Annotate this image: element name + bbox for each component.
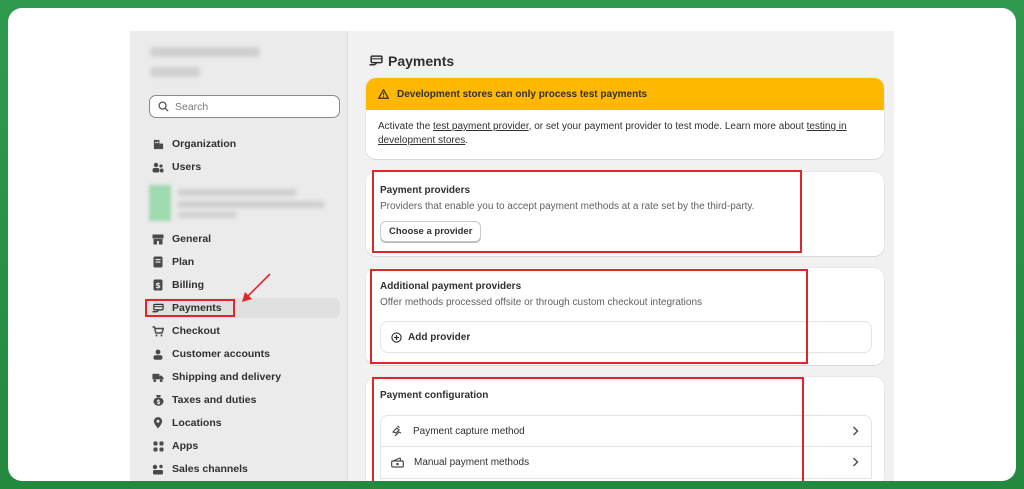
red-arrow-annotation bbox=[242, 273, 271, 302]
svg-text:$: $ bbox=[156, 399, 160, 406]
sidebar-item-label: General bbox=[172, 233, 212, 245]
sidebar-item-shipping[interactable]: Shipping and delivery bbox=[145, 367, 340, 387]
sidebar-item-apps[interactable]: Apps bbox=[145, 436, 340, 456]
store-info-blurred bbox=[149, 185, 325, 221]
search-input[interactable]: Search bbox=[149, 95, 340, 118]
users-icon bbox=[152, 161, 164, 173]
banner-body: Activate the test payment provider, or s… bbox=[366, 110, 884, 158]
chevron-right-icon bbox=[853, 457, 859, 467]
test-payments-banner: Development stores can only process test… bbox=[366, 78, 884, 159]
plan-icon bbox=[152, 256, 164, 268]
sidebar-item-users[interactable]: Users bbox=[145, 157, 340, 177]
sidebar-item-customer-accounts[interactable]: Customer accounts bbox=[145, 344, 340, 364]
sidebar-item-label: Sales channels bbox=[172, 463, 248, 475]
organization-icon bbox=[152, 138, 164, 150]
sidebar-item-label: Taxes and duties bbox=[172, 394, 257, 406]
sidebar-item-label: Shipping and delivery bbox=[172, 371, 282, 383]
warning-icon bbox=[378, 89, 389, 99]
sidebar-item-label: Locations bbox=[172, 417, 222, 429]
admin-window: Search Organization Users General Plan $… bbox=[130, 31, 894, 481]
page-title-text: Payments bbox=[388, 53, 455, 69]
location-icon bbox=[152, 417, 164, 429]
person-icon bbox=[152, 348, 164, 360]
search-placeholder: Search bbox=[175, 100, 209, 113]
sidebar-item-locations[interactable]: Locations bbox=[145, 413, 340, 433]
configuration-highlight-box bbox=[372, 377, 804, 481]
providers-highlight-box bbox=[372, 170, 802, 253]
store-icon bbox=[152, 233, 164, 245]
organization-header-blurred bbox=[146, 41, 276, 85]
sidebar-item-checkout[interactable]: Checkout bbox=[145, 321, 340, 341]
sidebar-item-general[interactable]: General bbox=[145, 229, 340, 249]
settings-sidebar: Search Organization Users General Plan $… bbox=[130, 31, 348, 481]
tax-icon: $ bbox=[152, 394, 164, 406]
payments-icon bbox=[369, 55, 383, 66]
sidebar-item-sales-channels[interactable]: Sales channels bbox=[145, 459, 340, 479]
screenshot-frame: Search Organization Users General Plan $… bbox=[8, 8, 1016, 481]
page-title: Payments bbox=[369, 53, 454, 69]
sidebar-item-label: Billing bbox=[172, 279, 205, 291]
banner-heading: Development stores can only process test… bbox=[366, 78, 884, 110]
sidebar-item-label: Apps bbox=[172, 440, 199, 452]
cart-icon bbox=[152, 325, 164, 337]
apps-icon bbox=[152, 440, 164, 452]
chevron-right-icon bbox=[853, 426, 859, 436]
truck-icon bbox=[152, 371, 164, 383]
billing-icon: $ bbox=[152, 279, 164, 291]
sidebar-item-taxes[interactable]: $ Taxes and duties bbox=[145, 390, 340, 410]
banner-text: . bbox=[465, 135, 469, 146]
banner-text: , or set your payment provider to test m… bbox=[528, 121, 807, 132]
sidebar-item-label: Plan bbox=[172, 256, 195, 268]
sales-channels-icon bbox=[152, 463, 164, 475]
sidebar-item-organization[interactable]: Organization bbox=[145, 134, 340, 154]
sidebar-item-label: Customer accounts bbox=[172, 348, 271, 360]
sidebar-item-label: Checkout bbox=[172, 325, 220, 337]
sidebar-item-plan[interactable]: Plan bbox=[145, 252, 340, 272]
svg-text:$: $ bbox=[155, 281, 161, 290]
search-icon bbox=[158, 101, 169, 112]
additional-highlight-box bbox=[370, 269, 808, 364]
sidebar-item-label: Organization bbox=[172, 138, 237, 150]
sidebar-item-label: Users bbox=[172, 161, 202, 173]
test-payment-provider-link[interactable]: test payment provider bbox=[433, 121, 529, 132]
banner-text: Activate the bbox=[378, 121, 434, 132]
banner-heading-text: Development stores can only process test… bbox=[397, 88, 648, 100]
payments-highlight-box bbox=[145, 299, 235, 317]
